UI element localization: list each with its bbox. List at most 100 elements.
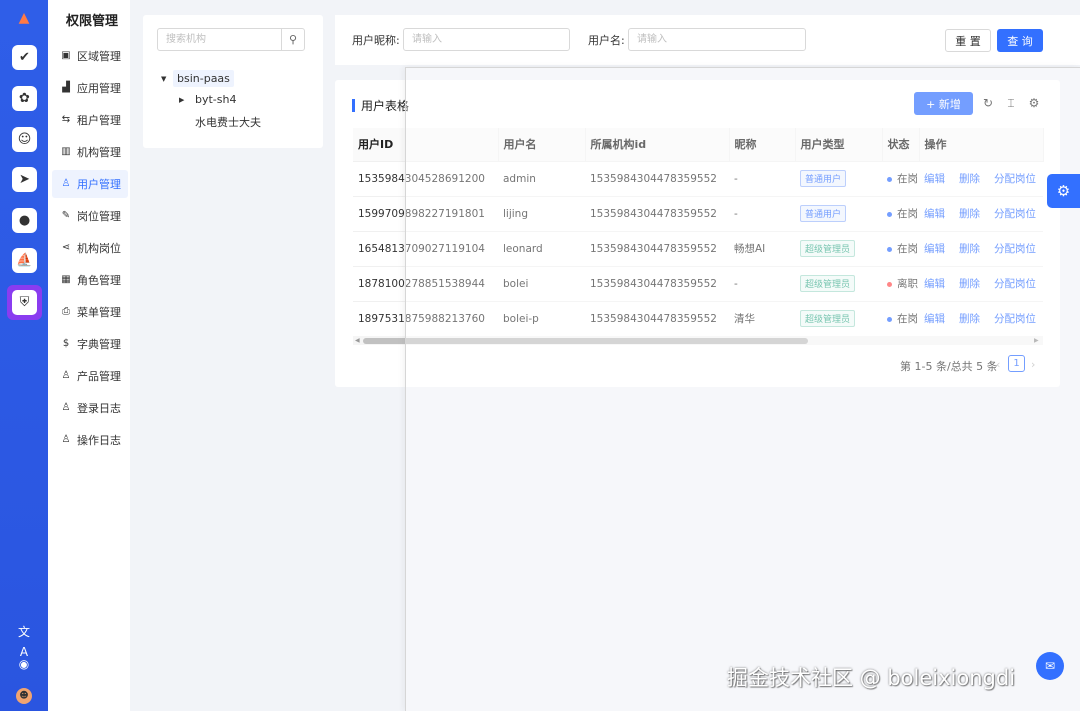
menu-item-label: 机构岗位	[77, 242, 121, 255]
username-input[interactable]	[628, 28, 806, 51]
menu-item-product[interactable]: ♙ 产品管理	[52, 362, 128, 390]
github-icon[interactable]: ◉	[14, 654, 34, 674]
menu-item-post[interactable]: ✎ 岗位管理	[52, 202, 128, 230]
user-type-tag: 超级管理员	[800, 240, 856, 257]
query-button[interactable]: 查 询	[997, 29, 1043, 52]
table-header-row: 用户ID 用户名 所属机构id 昵称 用户类型 状态 操作	[353, 128, 1044, 162]
delete-link[interactable]: 删除	[959, 243, 980, 255]
cell-org-id: 1535984304478359552	[585, 301, 729, 337]
nickname-input[interactable]	[403, 28, 570, 51]
menu-item-role[interactable]: ▦ 角色管理	[52, 266, 128, 294]
next-page-icon[interactable]: ›	[1031, 358, 1035, 371]
cell-org-id: 1535984304478359552	[585, 231, 729, 267]
column-settings-icon[interactable]: ⚙	[1025, 94, 1043, 112]
cell-status: 在岗	[882, 161, 919, 197]
caret-down-icon[interactable]: ▼	[161, 75, 173, 83]
scroll-left-icon[interactable]: ◀	[355, 336, 360, 345]
add-user-button[interactable]: + 新增	[914, 92, 973, 115]
avatar[interactable]: ☻	[16, 688, 32, 704]
tree-node-bsin-paas[interactable]: ▼ bsin-paas	[161, 70, 234, 87]
assign-post-link[interactable]: 分配岗位	[994, 313, 1036, 325]
app-people-icon[interactable]: ☺	[12, 127, 37, 152]
delete-link[interactable]: 删除	[959, 278, 980, 290]
col-header-user-id[interactable]: 用户ID	[353, 128, 499, 162]
status-dot	[887, 176, 892, 182]
assign-post-link[interactable]: 分配岗位	[994, 278, 1036, 290]
app-ship-icon[interactable]: ⛵	[12, 248, 37, 273]
menu-item-org-post[interactable]: ⋖ 机构岗位	[52, 234, 128, 262]
org-search-input[interactable]	[158, 29, 281, 50]
user-icon: ♙	[61, 178, 71, 189]
col-header-user-type[interactable]: 用户类型	[795, 128, 883, 162]
edit-link[interactable]: 编辑	[924, 313, 945, 325]
brand-logo-icon[interactable]: ▲	[14, 8, 34, 28]
app-bird-icon[interactable]: ➤	[12, 167, 37, 192]
app-globe-icon[interactable]: ●	[12, 208, 37, 233]
side-menu: 权限管理 ▣ 区域管理 ▟ 应用管理 ⇆ 租户管理 ▥ 机构管理 ♙ 用户管理 ✎ 岗位管理…	[48, 0, 130, 711]
assign-post-link[interactable]: 分配岗位	[994, 173, 1036, 185]
scrollbar-thumb[interactable]	[363, 338, 808, 344]
cell-status: 在岗	[882, 301, 919, 337]
app-brain-icon[interactable]: ✿	[12, 86, 37, 111]
density-icon[interactable]: ⌶	[1002, 94, 1020, 112]
menu-item-op-log[interactable]: ♙ 操作日志	[52, 426, 128, 454]
user-icon: ♙	[61, 434, 71, 445]
app-shield-active[interactable]: ⛨	[7, 285, 42, 320]
tree-node-byt-sh4[interactable]: ▶ byt-sh4	[179, 91, 240, 108]
col-header-actions: 操作	[919, 128, 1044, 162]
app-chart-icon: ▟	[62, 82, 70, 93]
app-check-icon[interactable]: ✔	[12, 45, 37, 70]
cell-status: 离职	[882, 266, 919, 302]
cell-user-id: 1654813709027119104	[353, 231, 498, 267]
menu-item-label: 用户管理	[77, 178, 121, 191]
search-icon[interactable]: ⚲	[281, 29, 304, 50]
reset-button[interactable]: 重 置	[945, 29, 991, 52]
edit-link[interactable]: 编辑	[924, 208, 945, 220]
menu-item-tenant[interactable]: ⇆ 租户管理	[52, 106, 128, 134]
edit-link[interactable]: 编辑	[924, 278, 945, 290]
org-tree-panel: ⚲ ▼ bsin-paas ▶ byt-sh4 水电费士大夫	[143, 15, 323, 148]
assign-post-link[interactable]: 分配岗位	[994, 208, 1036, 220]
menu-item-menu[interactable]: ⎙ 菜单管理	[52, 298, 128, 326]
cell-actions: 编辑 删除 分配岗位	[919, 266, 1043, 302]
cell-user-id: 1535984304528691200	[353, 161, 498, 197]
delete-link[interactable]: 删除	[959, 313, 980, 325]
table-row: 1535984304528691200 admin 15359843044783…	[353, 161, 1043, 197]
page-1-button[interactable]: 1	[1008, 355, 1025, 372]
menu-item-user[interactable]: ♙ 用户管理	[52, 170, 128, 198]
col-header-status[interactable]: 状态	[882, 128, 920, 162]
col-header-org-id[interactable]: 所属机构id	[585, 128, 730, 162]
edit-link[interactable]: 编辑	[924, 173, 945, 185]
translate-icon[interactable]: 文A	[14, 622, 34, 659]
floating-help-icon[interactable]: ✉	[1036, 652, 1064, 680]
delete-link[interactable]: 删除	[959, 208, 980, 220]
horizontal-scrollbar[interactable]: ◀ ▶	[353, 336, 1043, 345]
assign-post-link[interactable]: 分配岗位	[994, 243, 1036, 255]
menu-item-label: 登录日志	[77, 402, 121, 415]
menu-item-org[interactable]: ▥ 机构管理	[52, 138, 128, 166]
menu-item-login-log[interactable]: ♙ 登录日志	[52, 394, 128, 422]
cell-user-type: 超级管理员	[795, 266, 882, 302]
scroll-right-icon[interactable]: ▶	[1034, 336, 1039, 345]
app-shield-icon: ⛨	[12, 290, 37, 315]
menu-item-region[interactable]: ▣ 区域管理	[52, 42, 128, 70]
prev-page-icon[interactable]: ‹	[996, 358, 1000, 371]
menu-title: 权限管理	[66, 14, 119, 29]
tree-node-shuidian[interactable]: 水电费士大夫	[191, 112, 265, 132]
col-header-nickname[interactable]: 昵称	[729, 128, 796, 162]
user-type-tag: 超级管理员	[800, 310, 856, 327]
caret-right-icon[interactable]: ▶	[179, 96, 191, 104]
status-dot	[887, 211, 892, 217]
delete-link[interactable]: 删除	[959, 173, 980, 185]
cell-username: bolei-p	[498, 301, 585, 337]
menu-item-app[interactable]: ▟ 应用管理	[52, 74, 128, 102]
edit-link[interactable]: 编辑	[924, 243, 945, 255]
settings-gear-icon[interactable]: ⚙	[1047, 174, 1080, 208]
menu-item-label: 机构管理	[77, 146, 121, 159]
region-icon: ▣	[61, 50, 71, 61]
cell-user-type: 普通用户	[795, 196, 882, 232]
col-header-username[interactable]: 用户名	[498, 128, 586, 162]
reload-icon[interactable]: ↻	[979, 94, 997, 112]
menu-item-dict[interactable]: $ 字典管理	[52, 330, 128, 358]
status-dot	[887, 281, 892, 287]
